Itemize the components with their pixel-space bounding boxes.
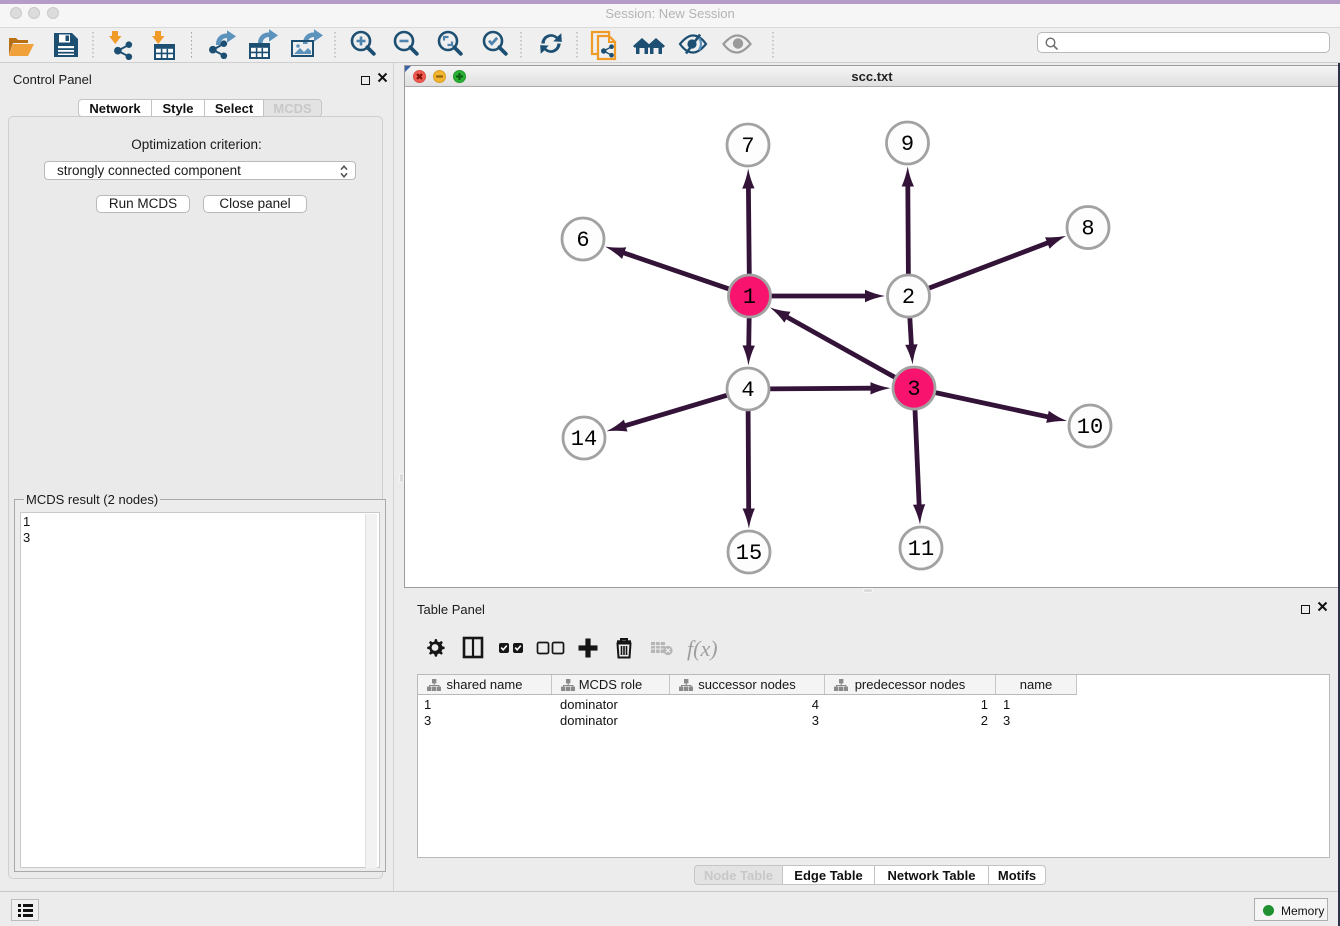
svg-text:14: 14 [571, 427, 597, 452]
svg-text:6: 6 [576, 228, 589, 253]
svg-text:3: 3 [907, 377, 920, 402]
svg-text:9: 9 [901, 132, 914, 157]
svg-text:2: 2 [902, 285, 915, 310]
svg-text:11: 11 [908, 537, 934, 562]
svg-text:7: 7 [741, 134, 754, 159]
svg-text:f(x): f(x) [687, 636, 718, 661]
svg-text:15: 15 [736, 541, 762, 566]
svg-text:4: 4 [741, 378, 754, 403]
svg-text:1: 1 [743, 285, 756, 310]
svg-text:10: 10 [1077, 415, 1103, 440]
svg-text:8: 8 [1081, 217, 1094, 242]
